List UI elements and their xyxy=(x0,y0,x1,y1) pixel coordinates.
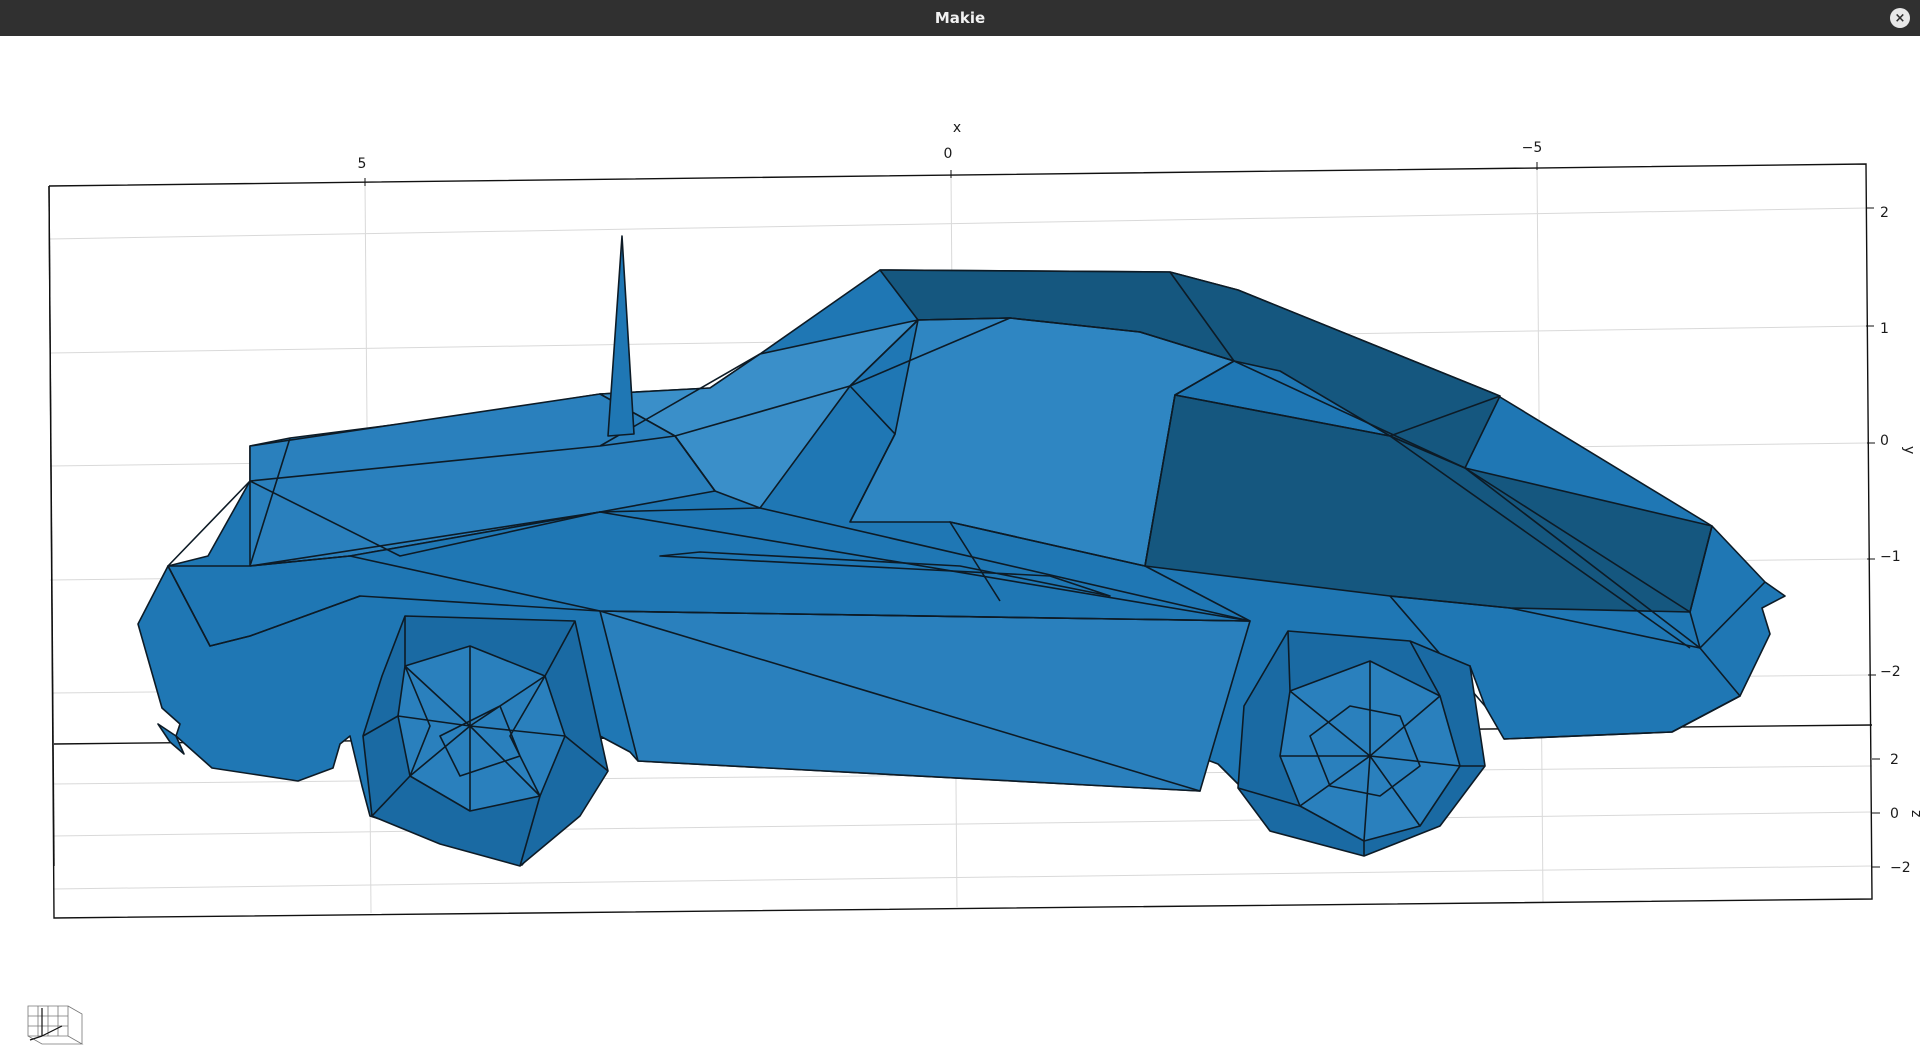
close-icon[interactable]: × xyxy=(1890,8,1910,28)
makie-3d-scene[interactable]: 5 0 −5 x 2 1 0 −1 −2 y 2 0 −2 z xyxy=(0,36,1920,1048)
y-tick-label: −2 xyxy=(1880,664,1901,680)
y-axis-label: y xyxy=(1901,446,1917,454)
z-tick-label: −2 xyxy=(1890,860,1911,876)
y-tick-label: −1 xyxy=(1880,549,1901,565)
x-tick-label: 0 xyxy=(944,146,953,162)
z-tick-label: 0 xyxy=(1890,806,1899,822)
y-tick-label: 2 xyxy=(1880,205,1889,221)
z-tick-label: 2 xyxy=(1890,752,1899,768)
x-axis-label: x xyxy=(953,120,961,136)
x-axis: 5 0 −5 x xyxy=(358,120,1543,186)
rear-wheel xyxy=(1237,630,1486,857)
front-wheel xyxy=(362,615,609,867)
x-tick-label: −5 xyxy=(1522,140,1543,156)
z-grid xyxy=(52,765,1873,890)
y-axis: 2 1 0 −1 −2 y xyxy=(1866,205,1917,680)
axis-cube-icon[interactable] xyxy=(27,1005,84,1045)
z-axis-label: z xyxy=(1908,810,1920,817)
y-tick-label: 0 xyxy=(1880,433,1889,449)
scene-canvas[interactable]: 5 0 −5 x 2 1 0 −1 −2 y 2 0 −2 z xyxy=(0,36,1920,1048)
x-tick-label: 5 xyxy=(358,156,367,172)
door-panel xyxy=(599,610,1251,792)
window-titlebar: Makie × xyxy=(0,0,1920,36)
antenna xyxy=(607,235,635,437)
y-tick-label: 1 xyxy=(1880,321,1889,337)
window-title: Makie xyxy=(934,9,986,27)
z-axis: 2 0 −2 z xyxy=(1872,752,1920,876)
